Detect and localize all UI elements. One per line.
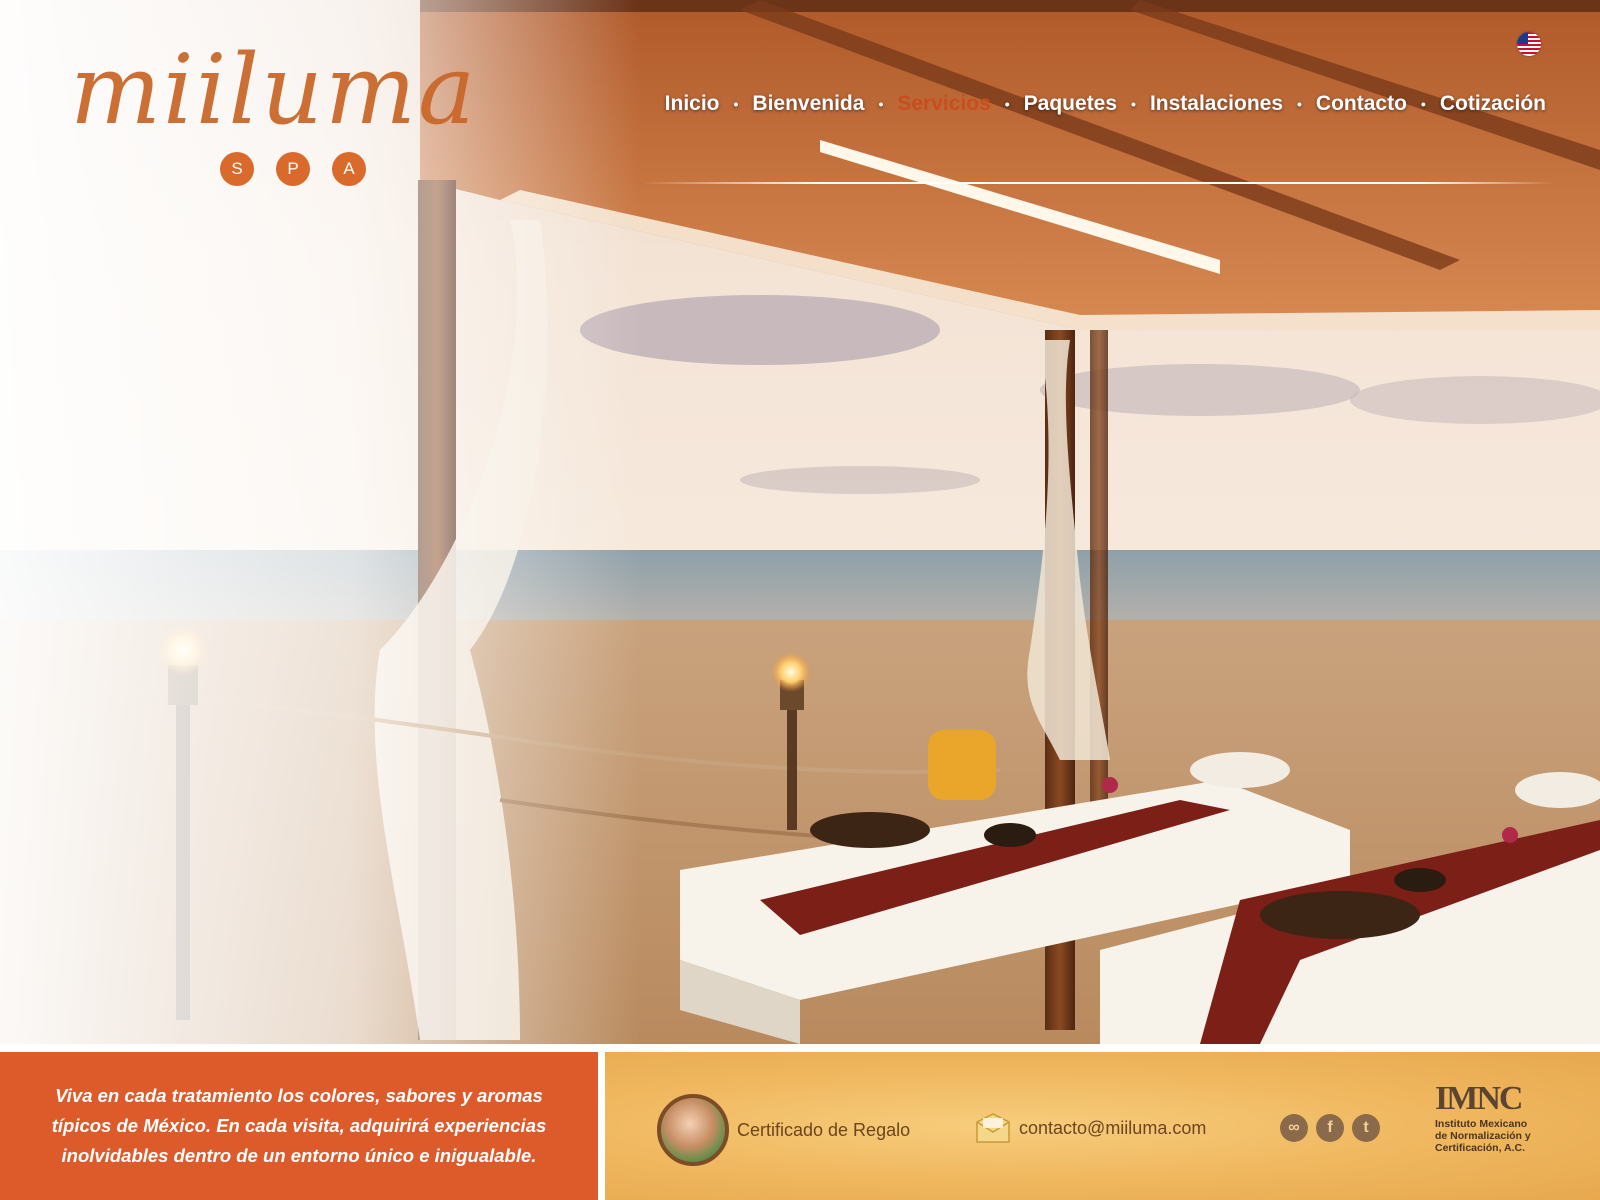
nav-inicio[interactable]: Inicio: [665, 92, 720, 116]
email-address: contacto@miiluma.com: [1019, 1117, 1207, 1138]
nav-separator: •: [878, 96, 884, 112]
nav-bienvenida[interactable]: Bienvenida: [752, 92, 864, 116]
nav-servicios[interactable]: Servicios: [897, 92, 990, 116]
info-panel: Certificado de Regalo contacto@miiluma.c…: [605, 1052, 1600, 1200]
nav-separator: •: [1420, 96, 1426, 112]
envelope-icon: [976, 1113, 1010, 1143]
nav-cotizacion[interactable]: Cotización: [1440, 92, 1546, 116]
imnc-name-line-3: Certificación, A.C.: [1435, 1142, 1526, 1154]
footer: Viva en cada tratamiento los colores, sa…: [0, 1044, 1600, 1200]
main-nav: Inicio • Bienvenida • Servicios • Paquet…: [665, 92, 1546, 116]
nav-underline: [640, 182, 1555, 184]
brand-logo[interactable]: miiluma S P A: [70, 40, 530, 190]
logo-spa-badges: S P A: [220, 152, 366, 186]
gift-avatar-icon: [657, 1094, 729, 1166]
logo-wordmark: miiluma: [70, 34, 478, 146]
email-link[interactable]: contacto@miiluma.com: [975, 1112, 1206, 1144]
nav-separator: •: [1297, 96, 1302, 112]
imnc-logo-mark: IMNC: [1435, 1080, 1523, 1117]
logo-badge-a: A: [332, 152, 366, 186]
logo-badge-s: S: [220, 152, 254, 186]
gift-certificate-label: Certificado de Regalo: [737, 1119, 911, 1140]
gift-certificate-link[interactable]: Certificado de Regalo: [657, 1094, 910, 1166]
nav-separator: •: [1131, 96, 1136, 112]
nav-separator: •: [733, 96, 739, 112]
nav-separator: •: [1004, 96, 1010, 112]
facebook-icon[interactable]: f: [1316, 1114, 1344, 1142]
nav-instalaciones[interactable]: Instalaciones: [1150, 92, 1283, 116]
logo-badge-p: P: [276, 152, 310, 186]
imnc-certification-logo: IMNC Instituto Mexicano de Normalización…: [1435, 1080, 1555, 1154]
twitter-icon[interactable]: t: [1352, 1114, 1380, 1142]
tagline-panel: Viva en cada tratamiento los colores, sa…: [0, 1052, 598, 1200]
tagline-text: Viva en cada tratamiento los colores, sa…: [51, 1085, 547, 1166]
tripadvisor-icon[interactable]: ∞: [1280, 1114, 1308, 1142]
social-links: ∞ f t: [1280, 1114, 1380, 1142]
nav-paquetes[interactable]: Paquetes: [1024, 92, 1117, 116]
nav-contacto[interactable]: Contacto: [1316, 92, 1407, 116]
imnc-name-line-1: Instituto Mexicano: [1435, 1118, 1528, 1130]
us-flag-icon[interactable]: [1517, 32, 1541, 56]
imnc-name-line-2: de Normalización y: [1435, 1130, 1531, 1142]
